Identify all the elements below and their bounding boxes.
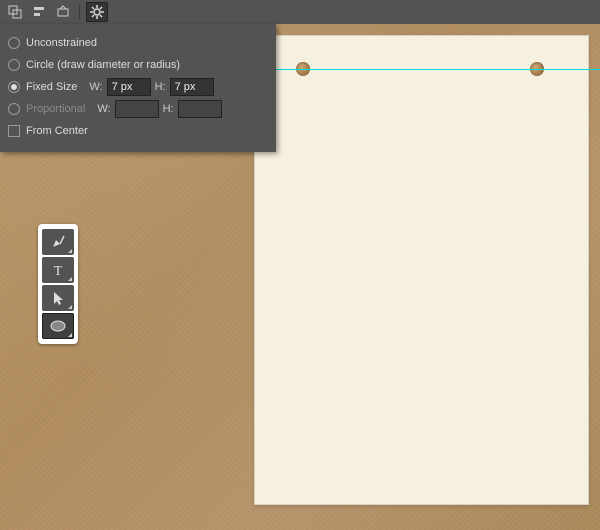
option-circle[interactable]: Circle (draw diameter or radius) — [8, 54, 268, 76]
tool-strip: T — [38, 224, 78, 344]
option-unconstrained[interactable]: Unconstrained — [8, 32, 268, 54]
type-tool[interactable]: T — [42, 257, 74, 283]
option-label: Fixed Size — [26, 81, 77, 93]
option-label: Circle (draw diameter or radius) — [26, 59, 180, 71]
align-icon[interactable] — [28, 2, 50, 22]
prop-width-input — [115, 100, 159, 118]
document-paper — [254, 35, 589, 505]
option-proportional[interactable]: Proportional W: H: — [8, 98, 268, 120]
width-label: W: — [97, 103, 110, 115]
height-input[interactable] — [170, 78, 214, 96]
pen-tool[interactable] — [42, 229, 74, 255]
option-from-center[interactable]: From Center — [8, 120, 268, 142]
geometry-options-panel: Unconstrained Circle (draw diameter or r… — [0, 24, 276, 152]
radio-icon — [8, 37, 20, 49]
option-label: Proportional — [26, 103, 85, 115]
width-label: W: — [89, 81, 102, 93]
gear-icon[interactable] — [86, 2, 108, 22]
arrange-icon[interactable] — [52, 2, 74, 22]
options-bar — [0, 0, 600, 24]
height-label: H: — [163, 103, 174, 115]
radio-icon — [8, 103, 20, 115]
prop-height-input — [178, 100, 222, 118]
svg-text:T: T — [54, 264, 63, 278]
radio-icon — [8, 59, 20, 71]
option-label: Unconstrained — [26, 37, 97, 49]
width-input[interactable] — [107, 78, 151, 96]
direct-select-tool[interactable] — [42, 285, 74, 311]
path-mode-icon[interactable] — [4, 2, 26, 22]
option-fixed-size[interactable]: Fixed Size W: H: — [8, 76, 268, 98]
checkbox-icon — [8, 125, 20, 137]
height-label: H: — [155, 81, 166, 93]
option-label: From Center — [26, 125, 88, 137]
radio-icon — [8, 81, 20, 93]
ellipse-tool[interactable] — [42, 313, 74, 339]
